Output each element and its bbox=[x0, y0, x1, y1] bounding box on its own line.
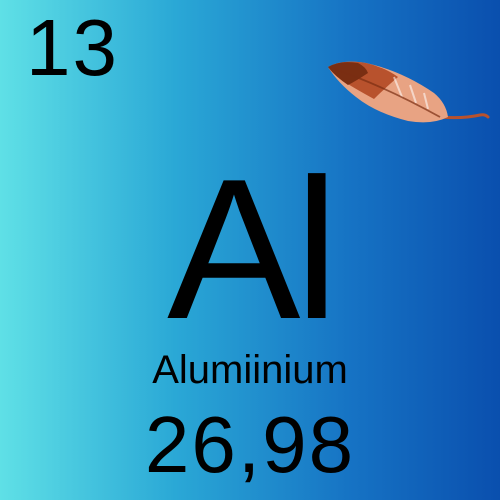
element-tile: 13 Al Alumiinium 26,98 bbox=[0, 0, 500, 500]
feather-icon bbox=[328, 61, 490, 123]
element-name: Alumiinium bbox=[152, 348, 348, 392]
atomic-mass: 26,98 bbox=[144, 400, 356, 489]
element-symbol: Al bbox=[167, 138, 339, 361]
atomic-number: 13 bbox=[26, 3, 119, 92]
